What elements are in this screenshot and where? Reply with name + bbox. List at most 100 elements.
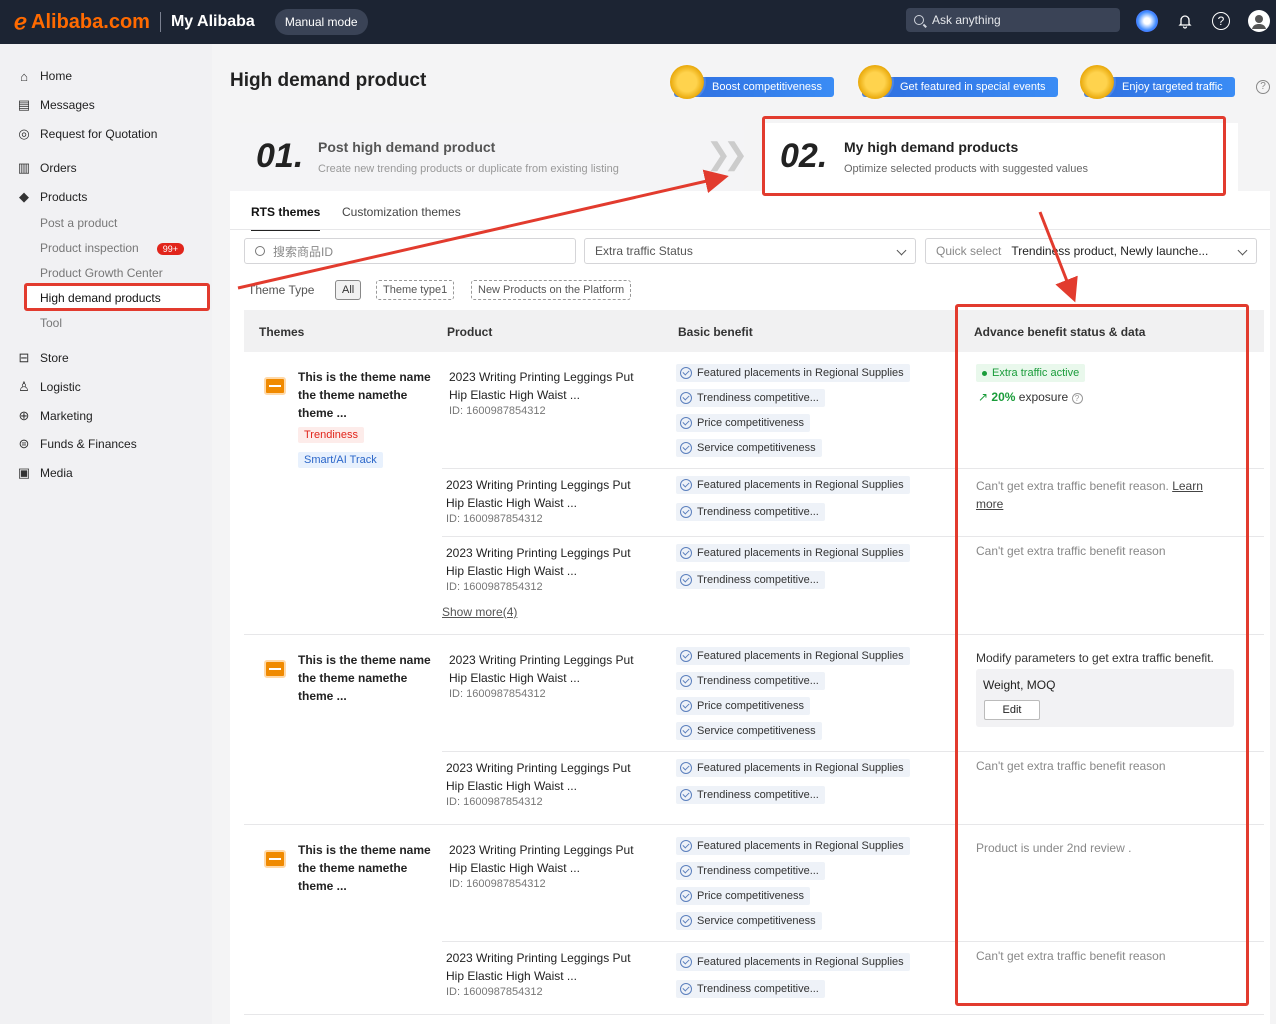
main-content: High demand product Boost competitivenes… bbox=[212, 44, 1276, 1024]
product-title[interactable]: 2023 Writing Printing Leggings Put Hip El… bbox=[446, 759, 656, 795]
benefit-text: Featured placements in Regional Supplies bbox=[697, 547, 904, 559]
app-name[interactable]: My Alibaba bbox=[171, 13, 255, 31]
product-title-line: 2023 Writing Printing Leggings Put bbox=[449, 843, 634, 857]
check-circle-icon bbox=[680, 367, 692, 379]
traffic-status-select[interactable]: Extra traffic Status bbox=[584, 238, 916, 264]
theme-name-line: the theme namethe bbox=[298, 388, 408, 402]
product-title[interactable]: 2023 Writing Printing Leggings Put Hip El… bbox=[446, 476, 656, 512]
help-icon[interactable]: ? bbox=[1212, 12, 1230, 30]
check-circle-icon bbox=[680, 956, 692, 968]
sidebar-item-label: Home bbox=[40, 69, 73, 83]
benefit-text: Trendiness competitive... bbox=[697, 675, 819, 687]
sidebar-item-funds[interactable]: ⊜ Funds & Finances bbox=[16, 436, 137, 452]
theme-name-line: the theme namethe bbox=[298, 671, 408, 685]
check-circle-icon bbox=[680, 442, 692, 454]
group-divider bbox=[244, 634, 1264, 635]
product-title[interactable]: 2023 Writing Printing Leggings Put Hip El… bbox=[449, 651, 659, 687]
benefit-pill-traffic: Enjoy targeted traffic bbox=[1080, 65, 1235, 99]
product-title[interactable]: 2023 Writing Printing Leggings Put Hip El… bbox=[446, 544, 656, 580]
exposure-stat: ↗ 20% exposure ? bbox=[978, 390, 1083, 404]
sidebar-item-marketing[interactable]: ⊕ Marketing bbox=[16, 408, 93, 424]
help-icon[interactable]: ? bbox=[1256, 80, 1270, 94]
theme-name[interactable]: This is the theme name the theme namethe t… bbox=[298, 651, 438, 705]
search-placeholder: Ask anything bbox=[932, 13, 1001, 27]
check-circle-icon bbox=[680, 725, 692, 737]
ai-assistant-icon[interactable] bbox=[1136, 10, 1158, 32]
bell-icon[interactable] bbox=[1174, 10, 1196, 32]
tab-rts-themes[interactable]: RTS themes bbox=[251, 205, 321, 231]
benefit-badge: Price competitiveness bbox=[676, 697, 810, 715]
benefit-pill-featured: Get featured in special events bbox=[858, 65, 1058, 99]
step-subtitle: Create new trending products or duplicat… bbox=[318, 163, 619, 175]
alibaba-logo[interactable]: ℯ Alibaba.com bbox=[14, 9, 150, 35]
sidebar-sub-high-demand-products-selected[interactable]: High demand products bbox=[40, 291, 161, 305]
sidebar-sub-growth-center[interactable]: Product Growth Center bbox=[40, 266, 163, 280]
theme-name[interactable]: This is the theme name the theme namethe t… bbox=[298, 841, 438, 895]
benefit-badge: Service competitiveness bbox=[676, 722, 822, 740]
product-title-line: 2023 Writing Printing Leggings Put bbox=[446, 478, 631, 492]
sidebar-item-store[interactable]: ⊟ Store bbox=[16, 350, 69, 366]
chevron-down-icon bbox=[896, 245, 907, 256]
avatar[interactable] bbox=[1248, 10, 1270, 32]
sidebar-item-logistic[interactable]: ♙ Logistic bbox=[16, 379, 81, 395]
edit-button[interactable]: Edit bbox=[984, 700, 1040, 720]
step-my-high-demand[interactable]: 02. My high demand products Optimize sel… bbox=[764, 123, 1238, 191]
product-title[interactable]: 2023 Writing Printing Leggings Put Hip El… bbox=[446, 949, 656, 985]
check-circle-icon bbox=[680, 506, 692, 518]
review-status-text: Product is under 2nd review . bbox=[976, 841, 1132, 855]
benefit-badge: Featured placements in Regional Supplies bbox=[676, 476, 910, 494]
col-basic-benefit: Basic benefit bbox=[678, 325, 753, 339]
quick-select-value: Trendiness product, Newly launche... bbox=[1011, 244, 1209, 258]
sidebar-item-messages[interactable]: ▤ Messages bbox=[16, 97, 95, 113]
show-more-link[interactable]: Show more(4) bbox=[442, 605, 517, 619]
benefit-badge: Trendiness competitive... bbox=[676, 389, 825, 407]
quick-select[interactable]: Quick select Trendiness product, Newly l… bbox=[925, 238, 1257, 264]
product-id-search-input[interactable]: 搜索商品ID bbox=[244, 238, 576, 264]
learn-more-link[interactable]: Learn bbox=[1172, 479, 1203, 493]
marketing-icon: ⊕ bbox=[18, 408, 30, 423]
search-placeholder: 搜索商品ID bbox=[273, 244, 334, 259]
check-circle-icon bbox=[680, 840, 692, 852]
sidebar-sub-tool[interactable]: Tool bbox=[40, 316, 62, 330]
step-post-high-demand[interactable]: 01. Post high demand product Create new … bbox=[230, 123, 748, 191]
product-id: ID: 1600987854312 bbox=[449, 878, 546, 890]
product-title[interactable]: 2023 Writing Printing Leggings Put Hip El… bbox=[449, 841, 659, 877]
col-product: Product bbox=[447, 325, 493, 339]
reason-text: Can't get extra traffic benefit reason. bbox=[976, 479, 1169, 493]
sidebar-item-label: Products bbox=[40, 190, 88, 204]
tabs-divider bbox=[230, 229, 1270, 230]
help-icon[interactable]: ? bbox=[1071, 393, 1083, 404]
product-title[interactable]: 2023 Writing Printing Leggings Put Hip El… bbox=[449, 368, 659, 404]
manual-mode-button[interactable]: Manual mode bbox=[274, 9, 368, 35]
benefit-badge: Featured placements in Regional Supplies bbox=[676, 544, 910, 562]
benefit-badge: Featured placements in Regional Supplies bbox=[676, 647, 910, 665]
sidebar-item-orders[interactable]: ▥ Orders bbox=[16, 160, 77, 176]
product-id: ID: 1600987854312 bbox=[446, 581, 543, 593]
sidebar-sub-post-product[interactable]: Post a product bbox=[40, 216, 117, 230]
theme-type-1[interactable]: Theme type1 bbox=[376, 280, 455, 300]
check-circle-icon bbox=[680, 479, 692, 491]
exposure-label: exposure bbox=[1018, 390, 1069, 404]
sidebar-item-media[interactable]: ▣ Media bbox=[16, 465, 73, 481]
theme-type-new-products[interactable]: New Products on the Platform bbox=[471, 280, 632, 300]
smart-ai-track-tag: Smart/AI Track bbox=[298, 452, 383, 468]
tab-customization-themes[interactable]: Customization themes bbox=[342, 205, 461, 219]
product-title-line: 2023 Writing Printing Leggings Put bbox=[449, 653, 634, 667]
medal-icon bbox=[858, 65, 892, 99]
col-advance-benefit: Advance benefit status & data bbox=[974, 325, 1146, 339]
theme-name[interactable]: This is the theme name the theme namethe t… bbox=[298, 368, 438, 422]
product-id: ID: 1600987854312 bbox=[446, 796, 543, 808]
theme-type-all[interactable]: All bbox=[335, 280, 362, 300]
funds-icon: ⊜ bbox=[18, 436, 30, 451]
benefit-text: Service competitiveness bbox=[697, 442, 816, 454]
page-title: High demand product bbox=[230, 70, 427, 91]
sidebar-item-products[interactable]: ◆ Products bbox=[16, 189, 87, 205]
theme-name-line: the theme namethe bbox=[298, 861, 408, 875]
sidebar-item-home[interactable]: ⌂ Home bbox=[16, 68, 72, 84]
ask-anything-search[interactable]: Ask anything bbox=[906, 8, 1120, 32]
sidebar-item-rfq[interactable]: ◎ Request for Quotation bbox=[16, 126, 157, 142]
sidebar-sub-product-inspection[interactable]: Product inspection 99+ bbox=[40, 241, 185, 255]
status-dot bbox=[982, 370, 987, 376]
learn-more-link[interactable]: more bbox=[976, 497, 1003, 511]
sidebar-item-label: Logistic bbox=[40, 380, 81, 394]
